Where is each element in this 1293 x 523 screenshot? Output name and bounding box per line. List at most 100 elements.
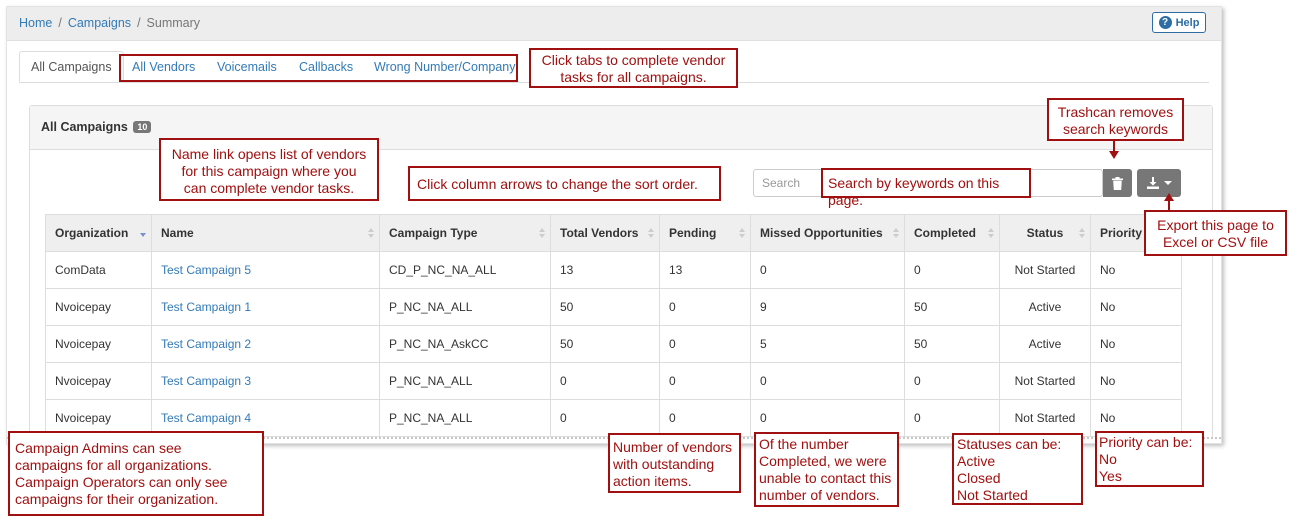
help-label: Help [1175, 16, 1200, 29]
campaign-name-link[interactable]: Test Campaign 3 [151, 362, 380, 400]
callout-tabs: Click tabs to complete vendor tasks for … [529, 48, 738, 88]
tabs-highlight-box [119, 54, 518, 82]
table-row: ComData Test Campaign 5 CD_P_NC_NA_ALL 1… [45, 251, 1182, 289]
callout-statuses: Statuses can be: Active Closed Not Start… [952, 433, 1083, 505]
campaign-name-link[interactable]: Test Campaign 5 [151, 251, 380, 289]
cell-campaign-type: CD_P_NC_NA_ALL [379, 251, 551, 289]
cell-missed-opportunities: 0 [750, 362, 905, 400]
table-row: Nvoicepay Test Campaign 1 P_NC_NA_ALL 50… [45, 288, 1182, 326]
clear-search-button[interactable] [1103, 169, 1132, 197]
cell-campaign-type: P_NC_NA_ALL [379, 362, 551, 400]
breadcrumb-campaigns[interactable]: Campaigns [68, 16, 131, 30]
table-row: Nvoicepay Test Campaign 3 P_NC_NA_ALL 0 … [45, 362, 1182, 400]
cell-organization: Nvoicepay [45, 362, 152, 400]
cell-missed-opportunities: 5 [750, 325, 905, 363]
callout-export: Export this page to Excel or CSV file [1144, 210, 1287, 256]
sort-icon[interactable] [893, 228, 899, 238]
campaign-name-link[interactable]: Test Campaign 2 [151, 325, 380, 363]
cell-missed-opportunities: 0 [750, 399, 905, 437]
cell-total-vendors: 0 [550, 399, 660, 437]
cell-campaign-type: P_NC_NA_ALL [379, 288, 551, 326]
callout-name-link: Name link opens list of vendors for this… [159, 138, 379, 201]
arrow-export [1168, 201, 1170, 210]
panel-title: All Campaigns 10 [41, 120, 152, 134]
cell-pending: 0 [659, 288, 751, 326]
column-label: Status [1026, 226, 1064, 240]
sort-icon[interactable] [739, 228, 745, 238]
arrow-trashcan [1113, 141, 1115, 151]
cell-campaign-type: P_NC_NA_AskCC [379, 325, 551, 363]
cell-total-vendors: 0 [550, 362, 660, 400]
column-header-completed[interactable]: Completed [904, 214, 1000, 252]
cell-pending: 0 [659, 325, 751, 363]
breadcrumb-home[interactable]: Home [19, 16, 52, 30]
sort-desc-icon[interactable] [140, 228, 146, 238]
cell-missed-opportunities: 0 [750, 251, 905, 289]
breadcrumb-current: Summary [146, 16, 201, 30]
arrowhead-trashcan [1109, 151, 1119, 159]
column-label: Missed Opportunities [760, 226, 883, 240]
cell-organization: Nvoicepay [45, 288, 152, 326]
column-header-organization[interactable]: Organization [45, 214, 152, 252]
cell-completed: 0 [904, 362, 1000, 400]
cell-status: Active [999, 288, 1091, 326]
cell-completed: 50 [904, 288, 1000, 326]
cell-completed: 50 [904, 325, 1000, 363]
sort-icon[interactable] [368, 228, 374, 238]
column-label: Priority [1100, 226, 1143, 240]
campaign-name-link[interactable]: Test Campaign 1 [151, 288, 380, 326]
chevron-down-icon [1163, 181, 1172, 185]
cell-priority: No [1090, 362, 1182, 400]
cell-total-vendors: 13 [550, 251, 660, 289]
callout-trashcan: Trashcan removes search keywords [1047, 98, 1184, 141]
sort-icon[interactable] [1079, 228, 1085, 238]
cell-pending: 0 [659, 399, 751, 437]
column-header-pending[interactable]: Pending [659, 214, 751, 252]
campaign-count-badge: 10 [133, 121, 152, 133]
column-header-name[interactable]: Name [151, 214, 380, 252]
help-button[interactable]: ? Help [1152, 12, 1206, 33]
cell-pending: 13 [659, 251, 751, 289]
cell-completed: 0 [904, 399, 1000, 437]
cell-total-vendors: 50 [550, 325, 660, 363]
table-header-row: Organization Name Campaign Type Total Ve… [45, 214, 1182, 252]
column-label: Pending [669, 226, 717, 240]
cell-priority: No [1090, 325, 1182, 363]
cell-status: Not Started [999, 362, 1091, 400]
cell-status: Not Started [999, 399, 1091, 437]
campaigns-table: Organization Name Campaign Type Total Ve… [45, 214, 1182, 437]
cell-priority: No [1090, 251, 1182, 289]
column-header-missed-opportunities[interactable]: Missed Opportunities [750, 214, 905, 252]
column-header-status[interactable]: Status [999, 214, 1091, 252]
question-circle-icon: ? [1158, 16, 1172, 29]
download-icon [1146, 177, 1159, 189]
column-label: Completed [914, 226, 977, 240]
breadcrumb-separator: / [58, 16, 62, 30]
cell-campaign-type: P_NC_NA_ALL [379, 399, 551, 437]
cell-completed: 0 [904, 251, 1000, 289]
column-label: Campaign Type [389, 226, 478, 240]
breadcrumb-separator: / [137, 16, 141, 30]
column-header-total-vendors[interactable]: Total Vendors [550, 214, 660, 252]
arrowhead-export [1164, 193, 1174, 201]
callout-search: Search by keywords on this page. [821, 168, 1031, 208]
export-button[interactable] [1137, 169, 1181, 197]
tab-all-campaigns[interactable]: All Campaigns [19, 51, 124, 82]
callout-missed: Of the number Completed, we were unable … [754, 432, 899, 507]
column-label: Organization [55, 226, 129, 240]
cell-organization: Nvoicepay [45, 325, 152, 363]
top-bar: Home / Campaigns / Summary ? Help [7, 7, 1221, 41]
column-label: Total Vendors [560, 226, 639, 240]
column-header-campaign-type[interactable]: Campaign Type [379, 214, 551, 252]
trash-icon [1112, 176, 1123, 190]
callout-admins: Campaign Admins can see campaigns for al… [8, 431, 264, 516]
callout-pending: Number of vendors with outstanding actio… [608, 433, 741, 493]
sort-icon[interactable] [988, 228, 994, 238]
cell-status: Not Started [999, 251, 1091, 289]
sort-icon[interactable] [539, 228, 545, 238]
cell-missed-opportunities: 9 [750, 288, 905, 326]
panel-title-text: All Campaigns [41, 120, 128, 134]
callout-sort: Click column arrows to change the sort o… [408, 166, 721, 201]
column-label: Name [161, 226, 194, 240]
sort-icon[interactable] [648, 228, 654, 238]
